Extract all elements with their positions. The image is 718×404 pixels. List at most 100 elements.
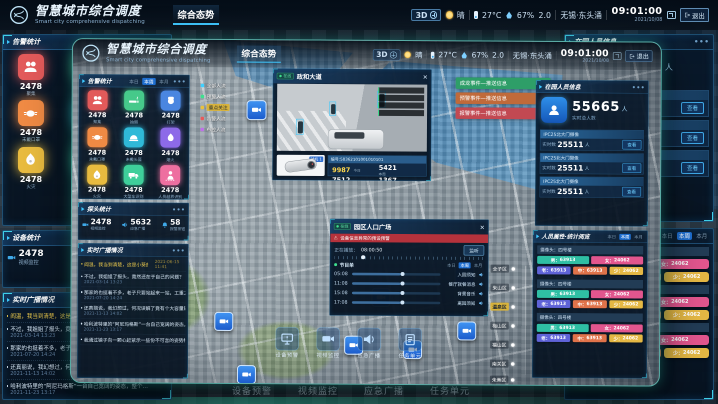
view-button[interactable]: 查看 xyxy=(622,140,641,150)
tab-situation[interactable]: 综合态势 xyxy=(173,5,219,25)
more-button[interactable]: ••• xyxy=(632,84,645,91)
exit-button[interactable]: 退出 xyxy=(680,8,709,21)
tab[interactable]: 本月 xyxy=(633,234,645,240)
playlist-dot-icon xyxy=(334,263,337,266)
stat-pill[interactable]: 少24062 xyxy=(664,348,709,358)
layer-item[interactable]: 告警人流 xyxy=(200,115,229,122)
stat-pill[interactable]: 少24062 xyxy=(664,272,709,282)
tab[interactable]: 本周 xyxy=(459,262,471,268)
schedule-slider[interactable] xyxy=(352,282,441,285)
stat-pill[interactable]: 男63913 xyxy=(537,290,589,298)
schedule-slider[interactable] xyxy=(352,292,441,295)
listen-button[interactable]: 监听 xyxy=(464,245,485,255)
stat-pill[interactable]: 女24062 xyxy=(591,324,643,332)
stat-pill[interactable]: 少24062 xyxy=(609,301,643,309)
layer-item[interactable]: 全部人流 xyxy=(201,82,230,89)
view-button[interactable]: 查看 xyxy=(681,162,704,174)
window-bottom-toolbar: 设备预警 视频监控 应急广播 任务单元 xyxy=(275,327,422,359)
alarm-tile[interactable]: 2478打架 xyxy=(152,88,189,126)
view-button[interactable]: 查看 xyxy=(681,102,704,114)
alarm-tile[interactable]: 2478未戴头盔 xyxy=(115,125,152,163)
tab-situation[interactable]: 综合态势 xyxy=(237,45,281,62)
layer-item[interactable]: 布控人流 xyxy=(200,126,229,133)
tab[interactable]: 本日 xyxy=(659,232,674,240)
clock: 09:01:00 xyxy=(612,7,663,17)
camera-info: 编号:58362101001010101 9987今日 5421本周 7512本… xyxy=(328,155,427,177)
close-icon[interactable]: ✕ xyxy=(480,224,485,231)
speaker-icon[interactable] xyxy=(478,291,484,297)
toolbar-item-device-alert[interactable]: 设备预警 xyxy=(275,327,299,359)
stat-pill[interactable]: 中63913 xyxy=(573,266,607,274)
mode-3d-toggle[interactable]: 3D xyxy=(373,49,401,60)
stat-pill[interactable]: 老63913 xyxy=(537,334,571,342)
district-label: 朱美区 xyxy=(490,376,514,384)
alarm-tile[interactable]: 2478抽烟 xyxy=(116,87,153,125)
park-broadcast-popup: 在线 园区人口广场 ✕ ⚠设备信息异常的预设预警 正在播放： 08:00:50 … xyxy=(329,219,489,317)
alarm-tile[interactable]: 2478烟火 xyxy=(152,125,189,163)
tab[interactable]: 本月 xyxy=(157,78,170,85)
tab[interactable]: 本日 xyxy=(445,262,457,268)
view-button[interactable]: 查看 xyxy=(622,163,641,173)
exit-button[interactable]: 退出 xyxy=(626,50,653,62)
stat-pill[interactable]: 少24062 xyxy=(609,267,643,275)
schedule-row: 17:08离园须知 xyxy=(330,298,488,308)
alarm-tile[interactable]: 2478大型车识别 xyxy=(115,162,152,200)
stat-pill[interactable]: 男63913 xyxy=(537,324,589,332)
tab[interactable]: 本月 xyxy=(472,262,484,268)
speaker-icon[interactable] xyxy=(478,300,484,306)
stat-pill[interactable]: 女24062 xyxy=(591,256,643,264)
tab[interactable]: 本周 xyxy=(677,232,692,240)
alarm-tile[interactable]: 2478火灾 xyxy=(3,143,59,190)
toolbar-item-broadcast[interactable]: 应急广播 xyxy=(357,328,381,360)
camera-marker[interactable] xyxy=(247,100,267,120)
stat-pill[interactable]: 女24062 xyxy=(591,290,643,298)
schedule-slider[interactable] xyxy=(352,301,441,304)
layer-item[interactable]: 重点关注 xyxy=(201,104,230,111)
camera-marker[interactable] xyxy=(214,312,233,331)
tab[interactable]: 本周 xyxy=(142,78,155,85)
alarm-tile[interactable]: 2478聚集 xyxy=(79,87,116,125)
alarm-tile[interactable]: 2478火灾 xyxy=(79,162,116,200)
alarm-tile[interactable]: 2478未戴口罩 xyxy=(79,125,116,163)
camera-marker[interactable] xyxy=(457,321,476,340)
toolbar-item-video[interactable]: 视频监控 xyxy=(316,327,340,359)
more-button[interactable]: ••• xyxy=(172,247,185,254)
stat-pill[interactable]: 中63913 xyxy=(573,334,607,342)
stat-pill[interactable]: 中63913 xyxy=(573,300,607,308)
close-icon[interactable]: ✕ xyxy=(423,73,428,80)
stat-pill[interactable]: 老63913 xyxy=(537,300,571,308)
alarm-tile[interactable]: 2478人员越界识别 xyxy=(152,162,189,199)
alarm-tile[interactable]: 2478聚集 xyxy=(3,50,59,97)
location: 无锡·东头涌 xyxy=(513,50,552,61)
stat-pill[interactable]: 少24062 xyxy=(609,334,643,342)
person-icon xyxy=(541,97,567,123)
view-button[interactable]: 查看 xyxy=(681,132,704,144)
tab[interactable]: 本日 xyxy=(606,234,618,240)
tab[interactable]: 本月 xyxy=(694,232,709,240)
alarm-tile[interactable]: 2478未戴口罩 xyxy=(3,97,59,144)
dispatch-window: 智慧城市综合调度 Smart city comprehensive dispat… xyxy=(70,38,662,387)
device-stat: 2478视频监控 xyxy=(7,250,44,266)
more-button[interactable]: ••• xyxy=(173,78,186,85)
more-button[interactable]: ••• xyxy=(172,206,185,213)
camera-video-feed[interactable] xyxy=(277,84,427,152)
fullscreen-icon[interactable] xyxy=(667,11,676,19)
tab[interactable]: 本日 xyxy=(127,78,140,85)
camera-marker[interactable] xyxy=(237,365,256,384)
layer-item[interactable]: 预警人流 xyxy=(201,93,230,100)
toolbar-item-task[interactable]: 任务单元 xyxy=(398,328,422,360)
fullscreen-icon[interactable] xyxy=(613,52,622,60)
stat-pill[interactable]: 男63913 xyxy=(537,256,589,264)
stat-pill[interactable]: 少24062 xyxy=(664,310,709,320)
mode-3d-toggle[interactable]: 3D xyxy=(411,9,441,22)
speaker-icon[interactable] xyxy=(479,272,485,278)
window-header: 智慧城市综合调度 Smart city comprehensive dispat… xyxy=(73,39,661,70)
compass-icon xyxy=(390,51,397,58)
stat-pill[interactable]: 老63913 xyxy=(537,266,571,274)
more-button[interactable]: ••• xyxy=(694,38,710,46)
schedule-slider[interactable] xyxy=(352,273,441,276)
view-button[interactable]: 查看 xyxy=(622,187,641,197)
speaker-icon[interactable] xyxy=(478,281,484,287)
tab[interactable]: 本周 xyxy=(619,234,631,240)
probe-stats-panel: 探头统计••• 2478视频监控 5632应急广播 58报警按钮 xyxy=(78,202,189,241)
